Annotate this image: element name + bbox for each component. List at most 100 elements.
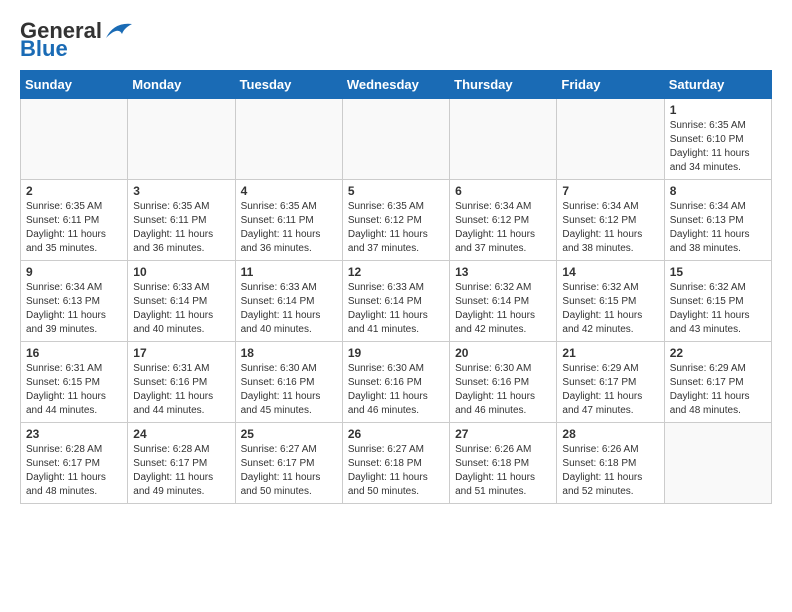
day-number: 24 bbox=[133, 427, 229, 441]
day-info: Sunrise: 6:29 AM Sunset: 6:17 PM Dayligh… bbox=[670, 362, 766, 418]
calendar-week-row: 23 Sunrise: 6:28 AM Sunset: 6:17 PM Dayli… bbox=[21, 423, 772, 504]
calendar-cell: 17 Sunrise: 6:31 AM Sunset: 6:16 PM Dayli… bbox=[128, 342, 235, 423]
day-info: Sunrise: 6:28 AM Sunset: 6:17 PM Dayligh… bbox=[133, 443, 229, 499]
calendar-cell: 28Sunrise: 6:26 AM Sunset: 6:18 PM Dayli… bbox=[557, 423, 664, 504]
calendar-week-row: 9 Sunrise: 6:34 AM Sunset: 6:13 PM Daylig… bbox=[21, 261, 772, 342]
day-number: 12 bbox=[348, 265, 444, 279]
day-header-sunday: Sunday bbox=[21, 71, 128, 99]
calendar-cell: 24 Sunrise: 6:28 AM Sunset: 6:17 PM Dayli… bbox=[128, 423, 235, 504]
day-info: Sunrise: 6:32 AM Sunset: 6:14 PM Dayligh… bbox=[455, 281, 551, 337]
calendar-cell bbox=[664, 423, 771, 504]
calendar-cell: 5 Sunrise: 6:35 AM Sunset: 6:12 PM Daylig… bbox=[342, 180, 449, 261]
day-number: 26 bbox=[348, 427, 444, 441]
calendar-week-row: 1 Sunrise: 6:35 AM Sunset: 6:10 PM Daylig… bbox=[21, 99, 772, 180]
day-number: 19 bbox=[348, 346, 444, 360]
page-header: General Blue bbox=[20, 20, 772, 60]
day-header-friday: Friday bbox=[557, 71, 664, 99]
day-info: Sunrise: 6:35 AM Sunset: 6:11 PM Dayligh… bbox=[133, 200, 229, 256]
calendar-cell: 19 Sunrise: 6:30 AM Sunset: 6:16 PM Dayli… bbox=[342, 342, 449, 423]
day-number: 9 bbox=[26, 265, 122, 279]
logo: General Blue bbox=[20, 20, 136, 60]
day-number: 22 bbox=[670, 346, 766, 360]
day-info: Sunrise: 6:30 AM Sunset: 6:16 PM Dayligh… bbox=[348, 362, 444, 418]
day-info: Sunrise: 6:27 AM Sunset: 6:18 PM Dayligh… bbox=[348, 443, 444, 499]
day-number: 27 bbox=[455, 427, 551, 441]
day-info: Sunrise: 6:33 AM Sunset: 6:14 PM Dayligh… bbox=[241, 281, 337, 337]
day-number: 4 bbox=[241, 184, 337, 198]
day-info: Sunrise: 6:32 AM Sunset: 6:15 PM Dayligh… bbox=[562, 281, 658, 337]
calendar-week-row: 2 Sunrise: 6:35 AM Sunset: 6:11 PM Daylig… bbox=[21, 180, 772, 261]
day-info: Sunrise: 6:28 AM Sunset: 6:17 PM Dayligh… bbox=[26, 443, 122, 499]
calendar-cell bbox=[128, 99, 235, 180]
day-info: Sunrise: 6:34 AM Sunset: 6:13 PM Dayligh… bbox=[26, 281, 122, 337]
day-number: 21 bbox=[562, 346, 658, 360]
calendar-cell bbox=[557, 99, 664, 180]
calendar-cell: 27 Sunrise: 6:26 AM Sunset: 6:18 PM Dayli… bbox=[450, 423, 557, 504]
day-number: 15 bbox=[670, 265, 766, 279]
calendar-cell: 9 Sunrise: 6:34 AM Sunset: 6:13 PM Daylig… bbox=[21, 261, 128, 342]
day-number: 3 bbox=[133, 184, 229, 198]
day-info: Sunrise: 6:35 AM Sunset: 6:12 PM Dayligh… bbox=[348, 200, 444, 256]
day-info: Sunrise: 6:33 AM Sunset: 6:14 PM Dayligh… bbox=[348, 281, 444, 337]
day-header-tuesday: Tuesday bbox=[235, 71, 342, 99]
day-info: Sunrise: 6:35 AM Sunset: 6:11 PM Dayligh… bbox=[26, 200, 122, 256]
calendar-table: SundayMondayTuesdayWednesdayThursdayFrid… bbox=[20, 70, 772, 504]
day-number: 13 bbox=[455, 265, 551, 279]
day-number: 17 bbox=[133, 346, 229, 360]
calendar-cell: 13 Sunrise: 6:32 AM Sunset: 6:14 PM Dayli… bbox=[450, 261, 557, 342]
day-number: 5 bbox=[348, 184, 444, 198]
day-number: 18 bbox=[241, 346, 337, 360]
calendar-cell: 20 Sunrise: 6:30 AM Sunset: 6:16 PM Dayli… bbox=[450, 342, 557, 423]
day-info: Sunrise: 6:30 AM Sunset: 6:16 PM Dayligh… bbox=[455, 362, 551, 418]
calendar-cell: 25 Sunrise: 6:27 AM Sunset: 6:17 PM Dayli… bbox=[235, 423, 342, 504]
calendar-cell: 4 Sunrise: 6:35 AM Sunset: 6:11 PM Daylig… bbox=[235, 180, 342, 261]
day-info: Sunrise: 6:34 AM Sunset: 6:13 PM Dayligh… bbox=[670, 200, 766, 256]
calendar-cell: 6 Sunrise: 6:34 AM Sunset: 6:12 PM Daylig… bbox=[450, 180, 557, 261]
calendar-cell bbox=[342, 99, 449, 180]
calendar-cell: 22 Sunrise: 6:29 AM Sunset: 6:17 PM Dayli… bbox=[664, 342, 771, 423]
calendar-cell: 1 Sunrise: 6:35 AM Sunset: 6:10 PM Daylig… bbox=[664, 99, 771, 180]
calendar-cell: 18 Sunrise: 6:30 AM Sunset: 6:16 PM Dayli… bbox=[235, 342, 342, 423]
day-info: Sunrise: 6:35 AM Sunset: 6:10 PM Dayligh… bbox=[670, 119, 766, 175]
day-info: Sunrise: 6:34 AM Sunset: 6:12 PM Dayligh… bbox=[562, 200, 658, 256]
day-number: 14 bbox=[562, 265, 658, 279]
calendar-cell: 10 Sunrise: 6:33 AM Sunset: 6:14 PM Dayli… bbox=[128, 261, 235, 342]
calendar-cell: 23 Sunrise: 6:28 AM Sunset: 6:17 PM Dayli… bbox=[21, 423, 128, 504]
day-number: 10 bbox=[133, 265, 229, 279]
day-info: Sunrise: 6:32 AM Sunset: 6:15 PM Dayligh… bbox=[670, 281, 766, 337]
day-number: 6 bbox=[455, 184, 551, 198]
day-number: 2 bbox=[26, 184, 122, 198]
calendar-cell: 15 Sunrise: 6:32 AM Sunset: 6:15 PM Dayli… bbox=[664, 261, 771, 342]
day-info: Sunrise: 6:30 AM Sunset: 6:16 PM Dayligh… bbox=[241, 362, 337, 418]
calendar-cell: 12 Sunrise: 6:33 AM Sunset: 6:14 PM Dayli… bbox=[342, 261, 449, 342]
calendar-cell: 11 Sunrise: 6:33 AM Sunset: 6:14 PM Dayli… bbox=[235, 261, 342, 342]
day-info: Sunrise: 6:26 AM Sunset: 6:18 PM Dayligh… bbox=[455, 443, 551, 499]
logo-bird-icon bbox=[104, 20, 136, 42]
day-header-saturday: Saturday bbox=[664, 71, 771, 99]
calendar-week-row: 16Sunrise: 6:31 AM Sunset: 6:15 PM Dayli… bbox=[21, 342, 772, 423]
calendar-cell: 26 Sunrise: 6:27 AM Sunset: 6:18 PM Dayli… bbox=[342, 423, 449, 504]
calendar-cell bbox=[450, 99, 557, 180]
day-info: Sunrise: 6:26 AM Sunset: 6:18 PM Dayligh… bbox=[562, 443, 658, 499]
day-info: Sunrise: 6:34 AM Sunset: 6:12 PM Dayligh… bbox=[455, 200, 551, 256]
logo-blue-text: Blue bbox=[20, 38, 68, 60]
day-info: Sunrise: 6:35 AM Sunset: 6:11 PM Dayligh… bbox=[241, 200, 337, 256]
calendar-cell bbox=[21, 99, 128, 180]
day-number: 1 bbox=[670, 103, 766, 117]
calendar-cell: 7Sunrise: 6:34 AM Sunset: 6:12 PM Daylig… bbox=[557, 180, 664, 261]
calendar-cell bbox=[235, 99, 342, 180]
day-number: 23 bbox=[26, 427, 122, 441]
day-header-monday: Monday bbox=[128, 71, 235, 99]
day-number: 25 bbox=[241, 427, 337, 441]
day-number: 20 bbox=[455, 346, 551, 360]
day-info: Sunrise: 6:31 AM Sunset: 6:15 PM Dayligh… bbox=[26, 362, 122, 418]
calendar-header-row: SundayMondayTuesdayWednesdayThursdayFrid… bbox=[21, 71, 772, 99]
day-header-wednesday: Wednesday bbox=[342, 71, 449, 99]
day-info: Sunrise: 6:31 AM Sunset: 6:16 PM Dayligh… bbox=[133, 362, 229, 418]
calendar-cell: 14 Sunrise: 6:32 AM Sunset: 6:15 PM Dayli… bbox=[557, 261, 664, 342]
day-number: 11 bbox=[241, 265, 337, 279]
day-info: Sunrise: 6:33 AM Sunset: 6:14 PM Dayligh… bbox=[133, 281, 229, 337]
calendar-cell: 3 Sunrise: 6:35 AM Sunset: 6:11 PM Daylig… bbox=[128, 180, 235, 261]
day-number: 8 bbox=[670, 184, 766, 198]
day-info: Sunrise: 6:27 AM Sunset: 6:17 PM Dayligh… bbox=[241, 443, 337, 499]
